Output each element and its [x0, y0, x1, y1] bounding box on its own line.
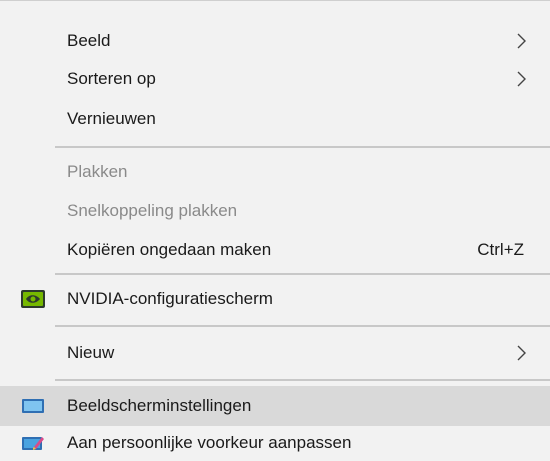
menu-item-vernieuwen[interactable]: Vernieuwen: [0, 99, 550, 139]
menu-item-beeldscherminstellingen[interactable]: Beeldscherminstellingen: [0, 386, 550, 426]
menu-item-label: Sorteren op: [67, 69, 156, 88]
menu-item-beeld[interactable]: Beeld: [0, 21, 550, 61]
menu-item-label: Plakken: [67, 162, 128, 181]
menu-separator: [55, 273, 550, 275]
menu-separator: [55, 379, 550, 381]
menu-separator: [55, 146, 550, 148]
menu-item-label: Aan persoonlijke voorkeur aanpassen: [67, 433, 352, 452]
menu-item-label: Snelkoppeling plakken: [67, 201, 238, 220]
chevron-right-icon: [517, 71, 526, 87]
personalize-icon: [22, 437, 44, 450]
menu-item-aan-persoonlijke-voorkeur-aanpassen[interactable]: Aan persoonlijke voorkeur aanpassen: [0, 423, 550, 461]
menu-separator: [55, 325, 550, 327]
menu-item-shortcut: Ctrl+Z: [477, 240, 524, 259]
menu-item-label: NVIDIA-configuratiescherm: [67, 289, 273, 308]
display-settings-icon: [22, 399, 44, 413]
menu-item-snelkoppeling-plakken: Snelkoppeling plakken: [0, 191, 550, 231]
menu-item-sorteren-op[interactable]: Sorteren op: [0, 59, 550, 99]
menu-item-label: Beeldscherminstellingen: [67, 396, 252, 415]
nvidia-icon: [21, 290, 45, 308]
menu-item-nvidia-configuratiescherm[interactable]: NVIDIA-configuratiescherm: [0, 279, 550, 319]
menu-item-nieuw[interactable]: Nieuw: [0, 333, 550, 373]
menu-item-label: Kopiëren ongedaan maken: [67, 240, 272, 259]
menu-item-plakken: Plakken: [0, 152, 550, 192]
menu-item-kopieren-ongedaan-maken[interactable]: Kopiëren ongedaan maken Ctrl+Z: [0, 230, 550, 270]
menu-item-label: Beeld: [67, 31, 111, 50]
chevron-right-icon: [517, 33, 526, 49]
menu-item-label: Vernieuwen: [67, 109, 156, 128]
chevron-right-icon: [517, 345, 526, 361]
desktop-context-menu: Beeld Sorteren op Vernieuwen Plakken Sne…: [0, 0, 550, 461]
menu-item-label: Nieuw: [67, 343, 115, 362]
